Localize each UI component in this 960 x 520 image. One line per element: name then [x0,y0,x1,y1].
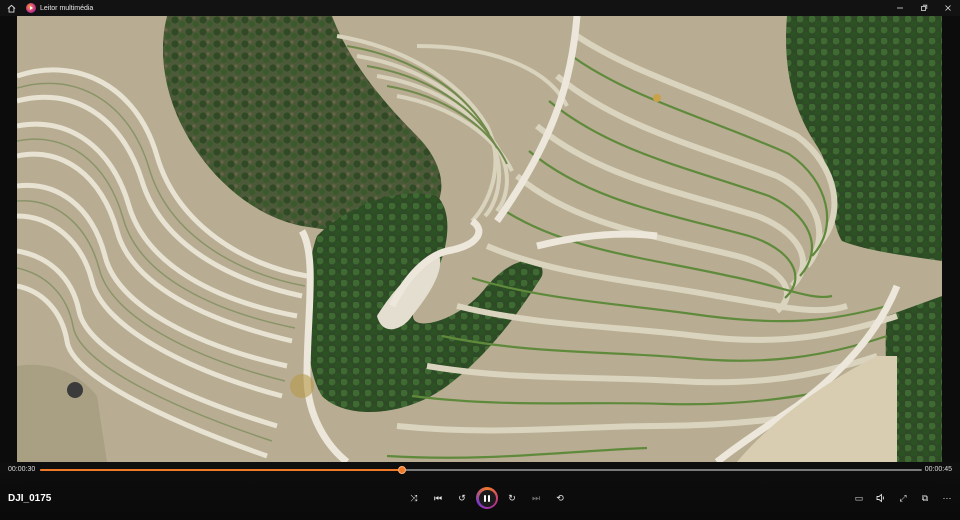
home-icon[interactable] [0,0,22,16]
secondary-controls: ▭ ⤢ ⧉ ⋯ [848,488,958,508]
volume-button[interactable] [870,488,892,508]
play-pause-button[interactable] [476,487,498,509]
more-options-icon: ⋯ [942,492,952,503]
skip-back-button[interactable]: ↺ [450,488,474,508]
skip-back-10-icon: ↺ [458,492,466,503]
more-options-button[interactable]: ⋯ [936,488,958,508]
volume-icon [876,493,884,503]
window-title: Leitor multimédia [40,4,94,12]
next-icon: ⏭ [531,492,541,503]
title-bar: Leitor multimédia [0,0,960,16]
fullscreen-icon: ⤢ [899,492,907,503]
next-button[interactable]: ⏭ [524,488,548,508]
transport-controls: ⤨ ⏮ ↺ ↻ ⏭ ⟲ [402,487,572,509]
shuffle-icon: ⤨ [410,492,418,503]
media-title: DJI_0175 [8,493,52,504]
subtitles-icon: ▭ [854,492,864,503]
maximize-icon[interactable] [912,0,936,16]
playback-controls: 00:00:30 00:00:45 DJI_0175 ⤨ ⏮ ↺ ↻ ⏭ ⟲ ▭ [0,462,960,520]
minimize-icon[interactable] [888,0,912,16]
media-player-app-icon [26,3,36,13]
close-icon[interactable] [936,0,960,16]
video-frame[interactable] [17,16,942,462]
letterbox-left [0,16,17,520]
total-duration: 00:00:45 [924,466,952,473]
drone-aerial-vineyard-terraces-frame [17,16,942,462]
skip-forward-30-icon: ↻ [508,492,516,503]
skip-forward-button[interactable]: ↻ [500,488,524,508]
pause-icon [478,489,496,507]
miniplayer-button[interactable]: ⧉ [914,488,936,508]
subtitles-button[interactable]: ▭ [848,488,870,508]
shuffle-button[interactable]: ⤨ [402,488,426,508]
seek-thumb[interactable] [397,466,406,474]
seek-progress [40,469,402,471]
repeat-icon: ⟲ [556,492,564,503]
repeat-button[interactable]: ⟲ [548,488,572,508]
current-time: 00:00:30 [8,466,36,473]
previous-icon: ⏮ [433,492,443,503]
seek-bar[interactable] [40,466,922,474]
letterbox-right [942,16,960,520]
previous-button[interactable]: ⏮ [426,488,450,508]
fullscreen-button[interactable]: ⤢ [892,488,914,508]
miniplayer-icon: ⧉ [921,492,929,503]
